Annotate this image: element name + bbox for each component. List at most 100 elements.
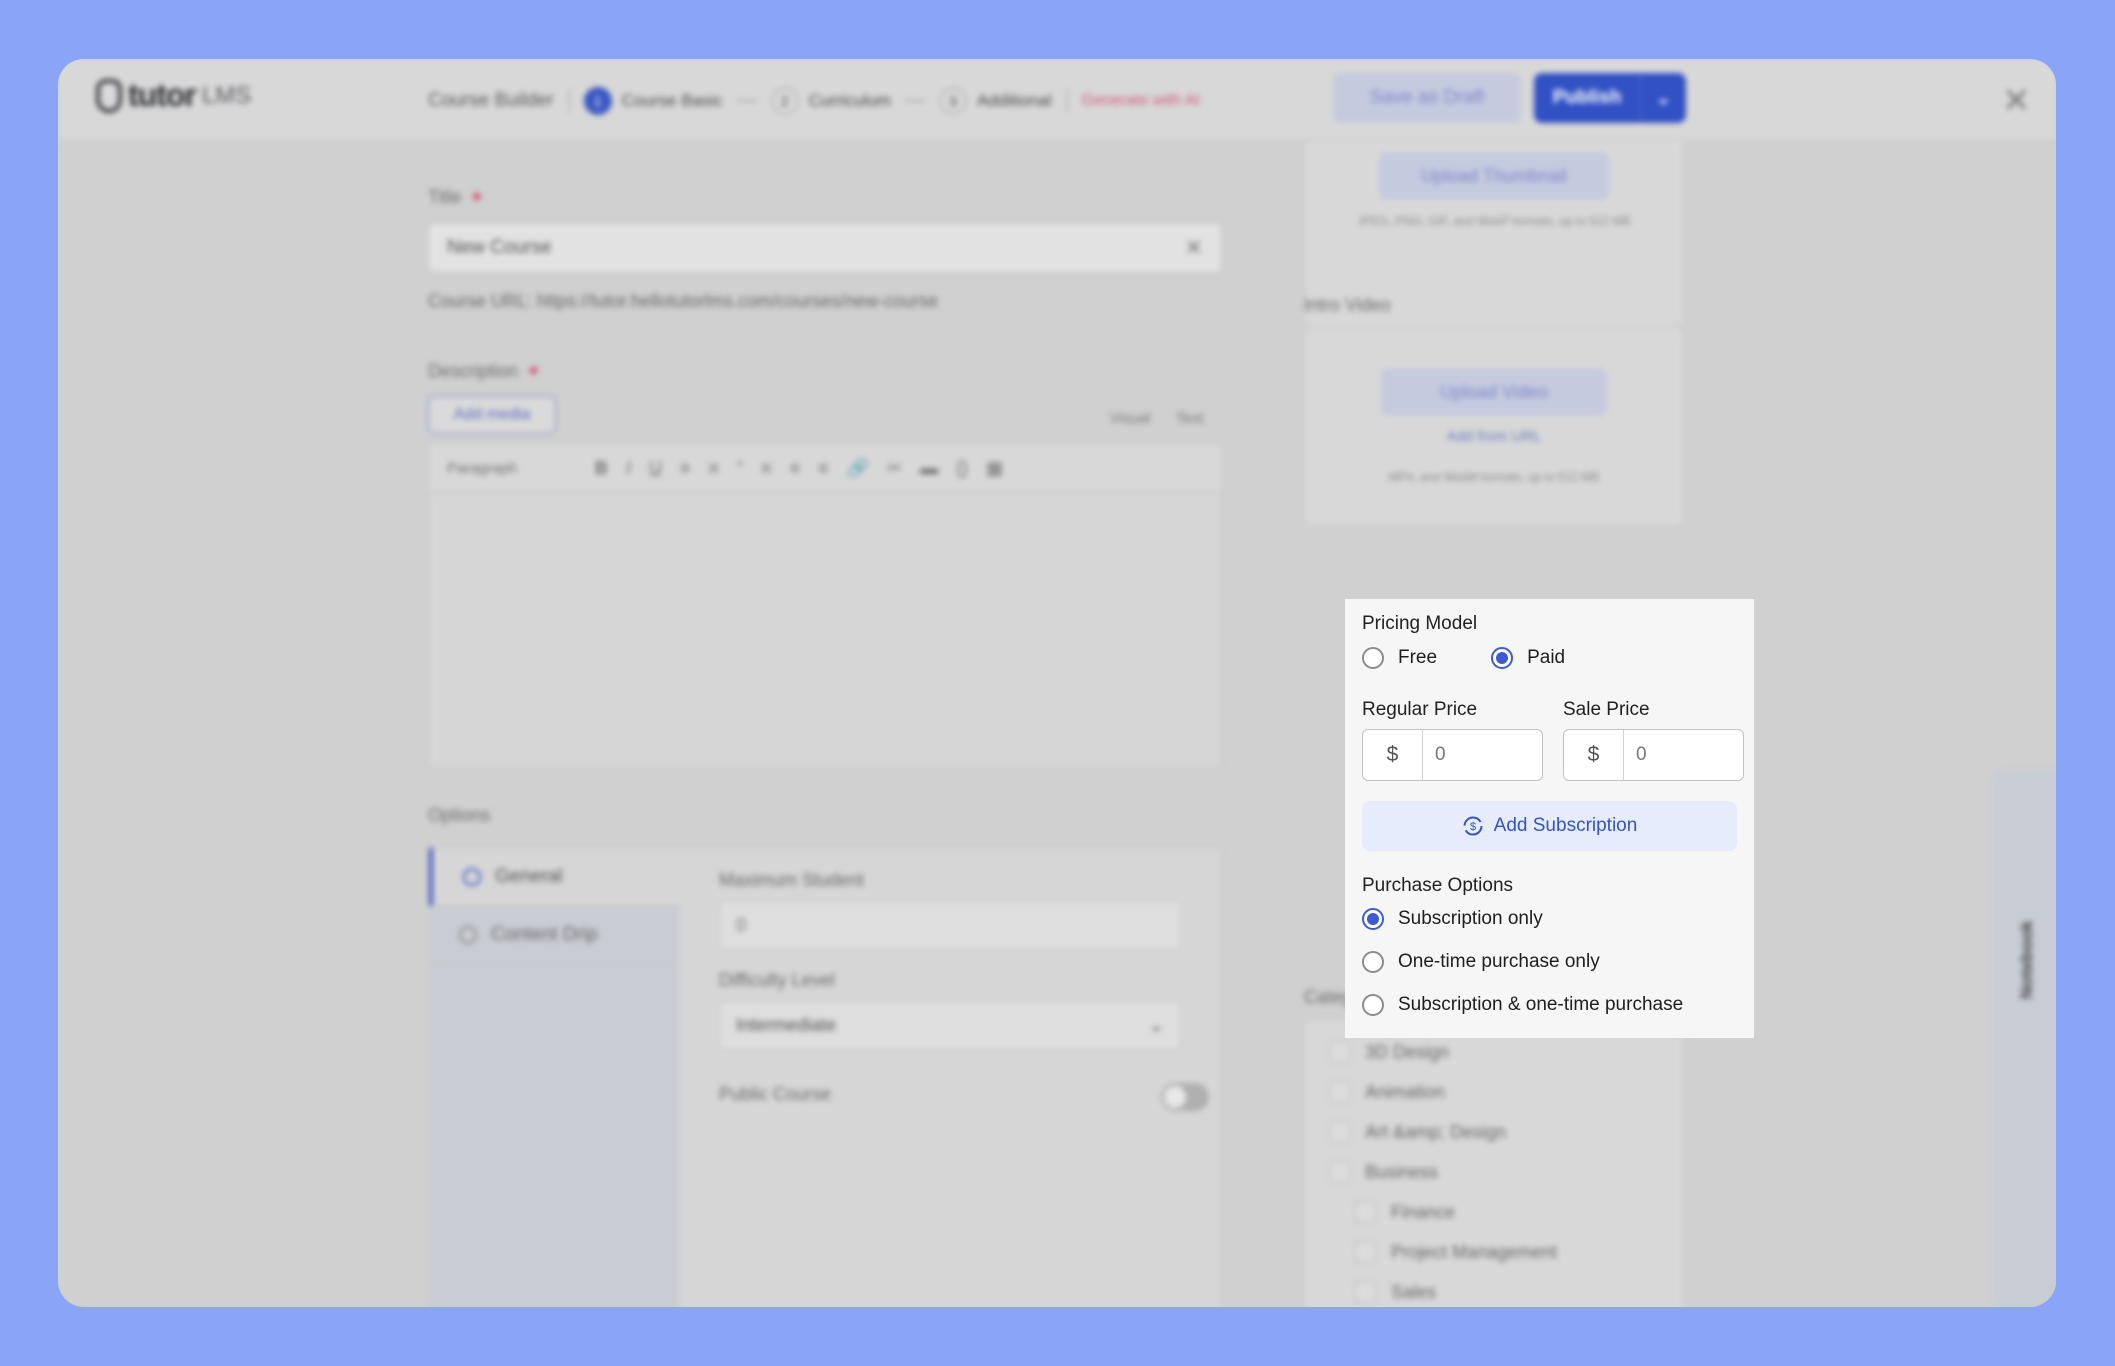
max-student-input[interactable]: 0 (719, 900, 1181, 950)
sale-price-input[interactable]: $ 0 (1563, 729, 1744, 781)
publish-button[interactable]: Publish ⌄ (1534, 73, 1686, 123)
checkbox[interactable] (1355, 1241, 1377, 1263)
tab-visual[interactable]: Visual (1100, 404, 1161, 433)
read-more-icon[interactable]: ▬ (920, 458, 938, 479)
clear-icon[interactable]: ✕ (1185, 235, 1203, 261)
category-item[interactable]: Sales (1329, 1272, 1659, 1307)
difficulty-select[interactable]: Intermediate ⌄ (719, 1000, 1181, 1050)
generate-with-ai-link[interactable]: Generate with AI (1082, 92, 1200, 110)
course-url[interactable]: Course URL: https://tutor.hellotutorlms.… (428, 291, 938, 312)
step-label: Additional (976, 91, 1052, 110)
numbered-list-icon[interactable]: ≡ (709, 458, 720, 479)
add-subscription-label: Add Subscription (1493, 815, 1638, 836)
regular-price-label: Regular Price (1362, 699, 1478, 720)
subscription-only-radio[interactable] (1362, 908, 1384, 930)
add-subscription-button[interactable]: $ Add Subscription (1362, 801, 1737, 851)
title-label: Title ✦ (428, 187, 485, 207)
max-student-label: Maximum Student (719, 870, 865, 890)
chevron-down-icon[interactable]: ⌄ (1640, 73, 1686, 123)
free-label[interactable]: Free (1398, 647, 1437, 669)
builder-steps: Course Builder 1 Course Basic 2 Curricul… (428, 87, 1200, 115)
difficulty-value: Intermediate (736, 1014, 837, 1035)
checkbox[interactable] (1329, 1161, 1351, 1183)
add-from-url-link[interactable]: Add from URL (1305, 428, 1683, 445)
top-bar: tutor LMS Course Builder 1 Course Basic … (58, 59, 2056, 139)
code-icon[interactable]: {} (956, 458, 968, 479)
paid-radio[interactable] (1491, 647, 1514, 669)
save-as-draft-button[interactable]: Save as Draft (1333, 73, 1521, 123)
description-editor[interactable] (428, 493, 1222, 768)
currency-symbol: $ (1363, 730, 1423, 780)
checkbox[interactable] (1329, 1121, 1351, 1143)
add-media-button[interactable]: Add media (428, 396, 556, 434)
checkbox[interactable] (1355, 1281, 1377, 1303)
logo-text: tutor (128, 77, 197, 113)
one-time-radio[interactable] (1362, 951, 1384, 973)
align-left-icon[interactable]: ≡ (761, 458, 772, 479)
divider (567, 89, 570, 113)
checkbox[interactable] (1329, 1041, 1351, 1063)
thumbnail-formats: JPEG, PNG, GIF, and WebP formats, up to … (1357, 214, 1631, 228)
category-item[interactable]: Business (1329, 1152, 1659, 1192)
checkbox[interactable] (1355, 1201, 1377, 1223)
title-input[interactable]: New Course ✕ (428, 223, 1222, 273)
max-student-value: 0 (736, 914, 747, 935)
purchase-option-one-time[interactable]: One-time purchase only (1362, 951, 1600, 973)
upload-video-button[interactable]: Upload Video (1381, 368, 1607, 416)
checkbox[interactable] (1329, 1081, 1351, 1103)
tab-text[interactable]: Text (1166, 404, 1214, 433)
course-builder-label: Course Builder (428, 90, 554, 111)
close-icon[interactable]: ✕ (2002, 81, 2031, 121)
pricing-model-label: Pricing Model (1362, 613, 1478, 634)
step-additional[interactable]: 3 Additional (938, 87, 1052, 115)
step-label: Curriculum (808, 91, 891, 110)
public-course-toggle[interactable] (1161, 1083, 1209, 1111)
regular-price-value[interactable]: 0 (1423, 730, 1542, 780)
unlink-icon[interactable]: ✂ (887, 458, 902, 479)
title-value: New Course (447, 237, 552, 258)
paid-label[interactable]: Paid (1527, 647, 1565, 669)
category-item[interactable]: Animation (1329, 1072, 1659, 1112)
align-right-icon[interactable]: ≡ (818, 458, 829, 479)
pricing-panel: Pricing Model Free Paid Regular Price Sa… (1345, 599, 1754, 1038)
ai-sparkle-icon[interactable]: ✦ (469, 187, 484, 207)
bullet-list-icon[interactable]: ≡ (680, 458, 691, 479)
public-course-label: Public Course (719, 1084, 832, 1104)
both-radio[interactable] (1362, 994, 1384, 1016)
quote-icon[interactable]: “ (737, 458, 743, 479)
step-curriculum[interactable]: 2 Curriculum (770, 87, 891, 115)
paragraph-select[interactable]: Paragraph (447, 460, 577, 477)
difficulty-label: Difficulty Level (719, 970, 835, 990)
sale-price-value[interactable]: 0 (1624, 730, 1743, 780)
align-center-icon[interactable]: ≡ (790, 458, 801, 479)
purchase-option-both[interactable]: Subscription & one-time purchase (1362, 994, 1683, 1016)
course-builder-window: tutor LMS Course Builder 1 Course Basic … (58, 59, 2056, 1307)
category-item[interactable]: Finance (1329, 1192, 1659, 1232)
purchase-options-label: Purchase Options (1362, 875, 1514, 896)
logo-sub: LMS (201, 81, 252, 109)
bold-icon[interactable]: B (595, 458, 608, 479)
video-formats: MP4, and WebM formats, up to 512 MB (1388, 470, 1600, 484)
regular-price-input[interactable]: $ 0 (1362, 729, 1543, 781)
category-item[interactable]: Art &amp; Design (1329, 1112, 1659, 1152)
purchase-option-subscription-only[interactable]: Subscription only (1362, 908, 1543, 930)
options-sidebar: General Content Drip (429, 848, 679, 1307)
category-item[interactable]: Project Management (1329, 1232, 1659, 1272)
underline-icon[interactable]: U (649, 458, 662, 479)
ai-sparkle-icon[interactable]: ✦ (526, 361, 541, 381)
categories-list: 3D Design Animation Art &amp; Design Bus… (1304, 1019, 1684, 1307)
free-radio[interactable] (1362, 647, 1384, 669)
tab-content-drip[interactable]: Content Drip (429, 906, 679, 964)
editor-toolbar: Paragraph B I U ≡ ≡ “ ≡ ≡ ≡ 🔗 ✂ ▬ {} ▦ (428, 443, 1222, 493)
notebook-panel[interactable]: Notebook (1993, 769, 2056, 1307)
options-label: Options (428, 805, 491, 825)
tab-general[interactable]: General (429, 848, 679, 906)
category-item[interactable]: 3D Design (1329, 1032, 1659, 1072)
clock-icon (459, 925, 477, 944)
upload-thumbnail-button[interactable]: Upload Thumbnail (1379, 152, 1609, 200)
italic-icon[interactable]: I (626, 458, 631, 479)
step-course-basic[interactable]: 1 Course Basic (583, 87, 723, 115)
kitchen-sink-icon[interactable]: ▦ (986, 458, 1003, 479)
step-label: Course Basic (621, 91, 723, 110)
link-icon[interactable]: 🔗 (847, 458, 869, 479)
